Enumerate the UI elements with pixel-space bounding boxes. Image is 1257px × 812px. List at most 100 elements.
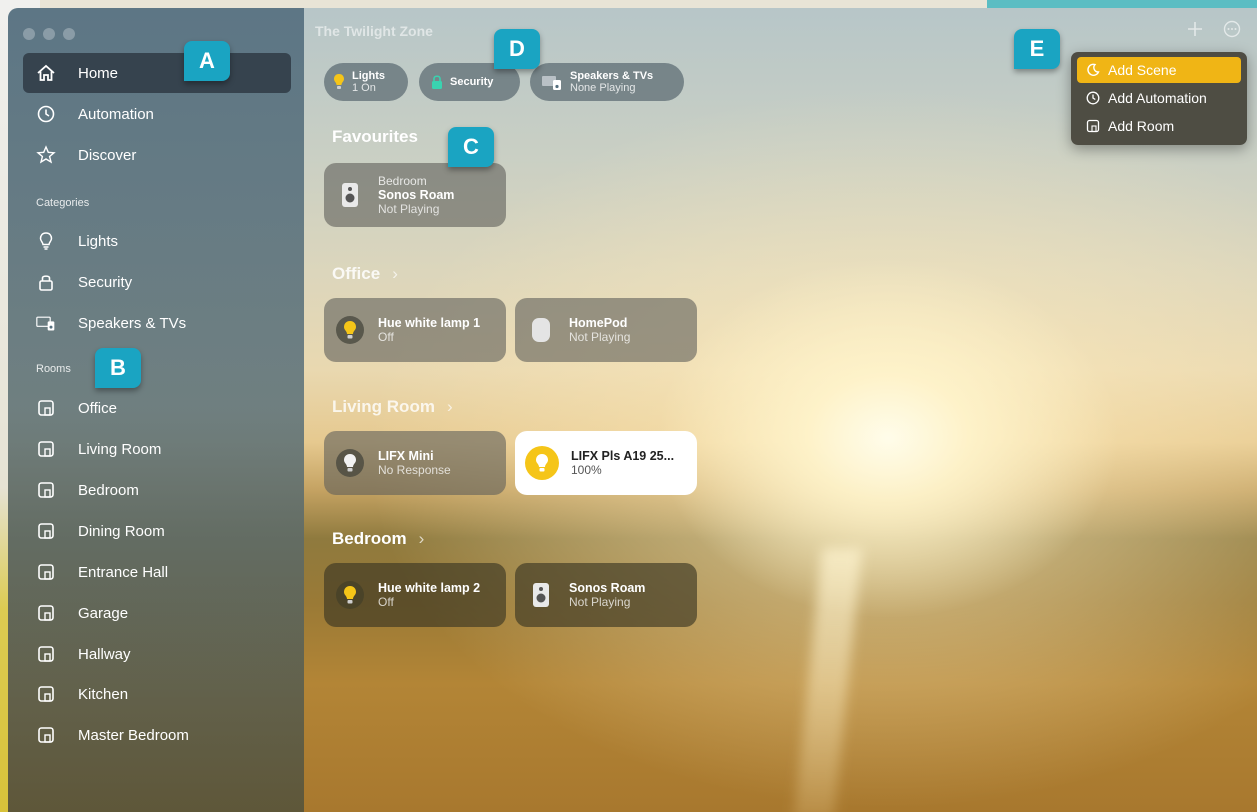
close-window-button[interactable] (23, 28, 35, 40)
section-title-text: Office (332, 264, 381, 283)
tile-status: Off (378, 330, 394, 344)
chevron-right-icon: › (418, 529, 425, 548)
chevron-right-icon: › (446, 397, 453, 416)
menu-item-label: Add Room (1108, 118, 1175, 134)
sidebar-room-hallway[interactable]: Hallway (23, 634, 291, 674)
menu-item-label: Add Automation (1108, 90, 1207, 106)
sidebar-item-label: Garage (78, 604, 129, 622)
section-title-text: Living Room (332, 397, 435, 416)
sidebar-item-label: Office (78, 399, 117, 417)
lock-icon (431, 74, 443, 90)
sidebar-item-speakers-tvs[interactable]: Speakers & TVs (23, 303, 291, 343)
tile-status: Not Playing (569, 595, 631, 609)
sidebar-room-dining-room[interactable]: Dining Room (23, 511, 291, 551)
tile-status: Not Playing (378, 202, 440, 216)
tile-name: Hue white lamp 1 (378, 316, 481, 330)
homepod-icon (527, 316, 555, 344)
accessory-tile-homepod[interactable]: HomePod Not Playing (515, 298, 697, 362)
favourites-title: Favourites (332, 127, 418, 147)
callout-badge-c: C (448, 127, 494, 167)
section-office-title[interactable]: Office › (332, 264, 398, 284)
sidebar-item-label: Security (78, 273, 133, 291)
lightbulb-icon (336, 316, 364, 344)
sidebar-item-label: Master Bedroom (78, 726, 189, 744)
sidebar-rooms-header: Rooms (36, 363, 71, 375)
callout-badge-b: B (95, 348, 141, 388)
tile-name: Sonos Roam (569, 581, 646, 595)
speaker-icon (527, 581, 555, 609)
zoom-window-button[interactable] (63, 28, 75, 40)
tile-name: Sonos Roam (378, 188, 455, 202)
section-bedroom-title[interactable]: Bedroom › (332, 529, 424, 549)
sidebar-item-label: Bedroom (78, 481, 139, 499)
sidebar-room-living-room[interactable]: Living Room (23, 429, 291, 469)
chevron-right-icon: › (392, 264, 398, 283)
pill-subtitle: None Playing (570, 82, 636, 94)
sidebar-item-label: Speakers & TVs (78, 314, 187, 332)
sidebar-room-garage[interactable]: Garage (23, 593, 291, 633)
sidebar-item-lights[interactable]: Lights (23, 221, 291, 261)
tile-name: Hue white lamp 2 (378, 581, 481, 595)
menu-item-label: Add Scene (1108, 62, 1177, 78)
sidebar-item-discover[interactable]: Discover (23, 135, 291, 175)
pill-title: Lights (352, 70, 385, 82)
sidebar-item-label: Hallway (78, 645, 131, 663)
tile-name: LIFX Mini (378, 449, 434, 463)
lightbulb-icon (336, 449, 364, 477)
sidebar-item-label: Dining Room (78, 522, 165, 540)
sidebar-item-label: Home (78, 64, 119, 82)
minimize-window-button[interactable] (43, 28, 55, 40)
clock-icon (1086, 91, 1100, 105)
sidebar-item-label: Automation (78, 105, 154, 123)
sidebar-item-label: Living Room (78, 440, 162, 458)
lightbulb-icon (333, 73, 345, 91)
room-icon (36, 644, 56, 664)
menu-item-add-room[interactable]: Add Room (1077, 113, 1241, 139)
lightbulb-icon (336, 581, 364, 609)
scene-icon (1086, 63, 1100, 77)
star-icon (36, 145, 56, 165)
favourites-title-text: Favourites (332, 127, 418, 146)
tv-speaker-icon (36, 313, 56, 333)
tile-status: Not Playing (569, 330, 631, 344)
add-menu-dropdown: Add Scene Add Automation Add Room (1071, 52, 1247, 145)
favourite-tile-sonos-roam[interactable]: Bedroom Sonos Roam Not Playing (324, 163, 506, 227)
sidebar-categories-header: Categories (36, 197, 90, 209)
sidebar-item-automation[interactable]: Automation (23, 94, 291, 134)
room-icon (36, 725, 56, 745)
lock-icon (36, 272, 56, 292)
room-icon (36, 521, 56, 541)
pill-title: Security (450, 76, 494, 88)
tile-status: Off (378, 595, 394, 609)
sidebar-room-kitchen[interactable]: Kitchen (23, 674, 291, 714)
section-living-room-title[interactable]: Living Room › (332, 397, 453, 417)
room-icon (36, 439, 56, 459)
accessory-tile-lifx-pls-a19[interactable]: LIFX Pls A19 25... 100% (515, 431, 697, 495)
section-title-text: Bedroom (332, 529, 407, 548)
ellipsis-circle-icon[interactable] (1223, 20, 1241, 43)
speaker-icon (336, 181, 364, 209)
sidebar-room-bedroom[interactable]: Bedroom (23, 470, 291, 510)
status-pill-lights[interactable]: Lights 1 On (324, 63, 408, 101)
tile-room: Bedroom (378, 174, 427, 188)
menu-item-add-scene[interactable]: Add Scene (1077, 57, 1241, 83)
accessory-tile-hue-white-lamp-1[interactable]: Hue white lamp 1 Off (324, 298, 506, 362)
tile-name: HomePod (569, 316, 628, 330)
menu-item-add-automation[interactable]: Add Automation (1077, 85, 1241, 111)
sidebar-room-office[interactable]: Office (23, 388, 291, 428)
sidebar-room-entrance-hall[interactable]: Entrance Hall (23, 552, 291, 592)
accessory-tile-hue-white-lamp-2[interactable]: Hue white lamp 2 Off (324, 563, 506, 627)
house-icon (36, 63, 56, 83)
tv-speaker-icon (541, 74, 563, 90)
clock-icon (36, 104, 56, 124)
status-pill-speakers-tvs[interactable]: Speakers & TVs None Playing (530, 63, 684, 101)
window-title: The Twilight Zone (315, 23, 433, 39)
room-icon (36, 684, 56, 704)
sidebar-item-security[interactable]: Security (23, 262, 291, 302)
plus-icon[interactable] (1186, 20, 1204, 43)
sidebar-room-master-bedroom[interactable]: Master Bedroom (23, 715, 291, 755)
sidebar-item-home[interactable]: Home (23, 53, 291, 93)
accessory-tile-lifx-mini[interactable]: LIFX Mini No Response (324, 431, 506, 495)
accessory-tile-sonos-roam[interactable]: Sonos Roam Not Playing (515, 563, 697, 627)
callout-badge-e: E (1014, 29, 1060, 69)
